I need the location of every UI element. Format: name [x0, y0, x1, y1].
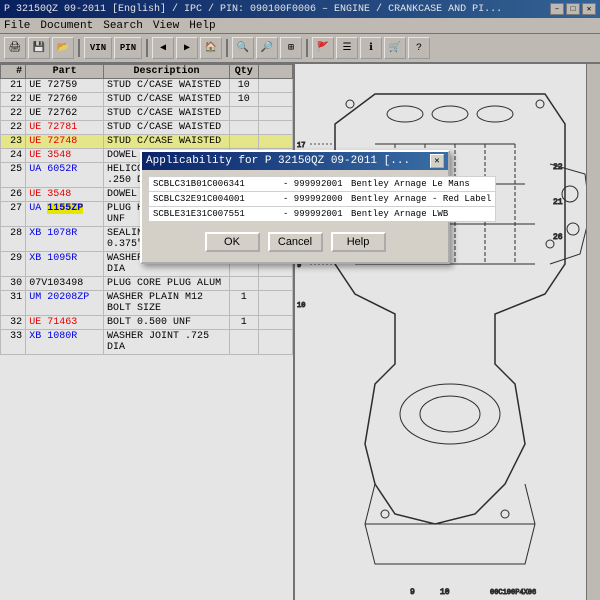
- help-button[interactable]: Help: [331, 232, 386, 252]
- modal-title-bar: Applicability for P 32150QZ 09-2011 [...…: [142, 152, 448, 170]
- modal-body: SCBLC31B01C006341- 999992001Bentley Arna…: [142, 170, 448, 262]
- applicability-dialog: Applicability for P 32150QZ 09-2011 [...…: [140, 150, 450, 264]
- applicability-cell: SCBLE31E31C007551- 999992001Bentley Arna…: [149, 207, 496, 222]
- applicability-table-body: SCBLC31B01C006341- 999992001Bentley Arna…: [149, 177, 496, 222]
- applicability-table: SCBLC31B01C006341- 999992001Bentley Arna…: [148, 176, 496, 222]
- applicability-row[interactable]: SCBLE31E31C007551- 999992001Bentley Arna…: [149, 207, 496, 222]
- applicability-row[interactable]: SCBLC31B01C006341- 999992001Bentley Arna…: [149, 177, 496, 192]
- ok-button[interactable]: OK: [205, 232, 260, 252]
- applicability-cell: SCBLC31B01C006341- 999992001Bentley Arna…: [149, 177, 496, 192]
- applicability-cell: SCBLC32E91C004001- 999992000Bentley Arna…: [149, 192, 496, 207]
- cancel-button[interactable]: Cancel: [268, 232, 323, 252]
- applicability-row[interactable]: SCBLC32E91C004001- 999992000Bentley Arna…: [149, 192, 496, 207]
- modal-buttons: OK Cancel Help: [148, 228, 442, 256]
- modal-close-button[interactable]: ✕: [430, 154, 444, 168]
- modal-title: Applicability for P 32150QZ 09-2011 [...: [146, 155, 410, 167]
- modal-overlay: Applicability for P 32150QZ 09-2011 [...…: [0, 0, 600, 600]
